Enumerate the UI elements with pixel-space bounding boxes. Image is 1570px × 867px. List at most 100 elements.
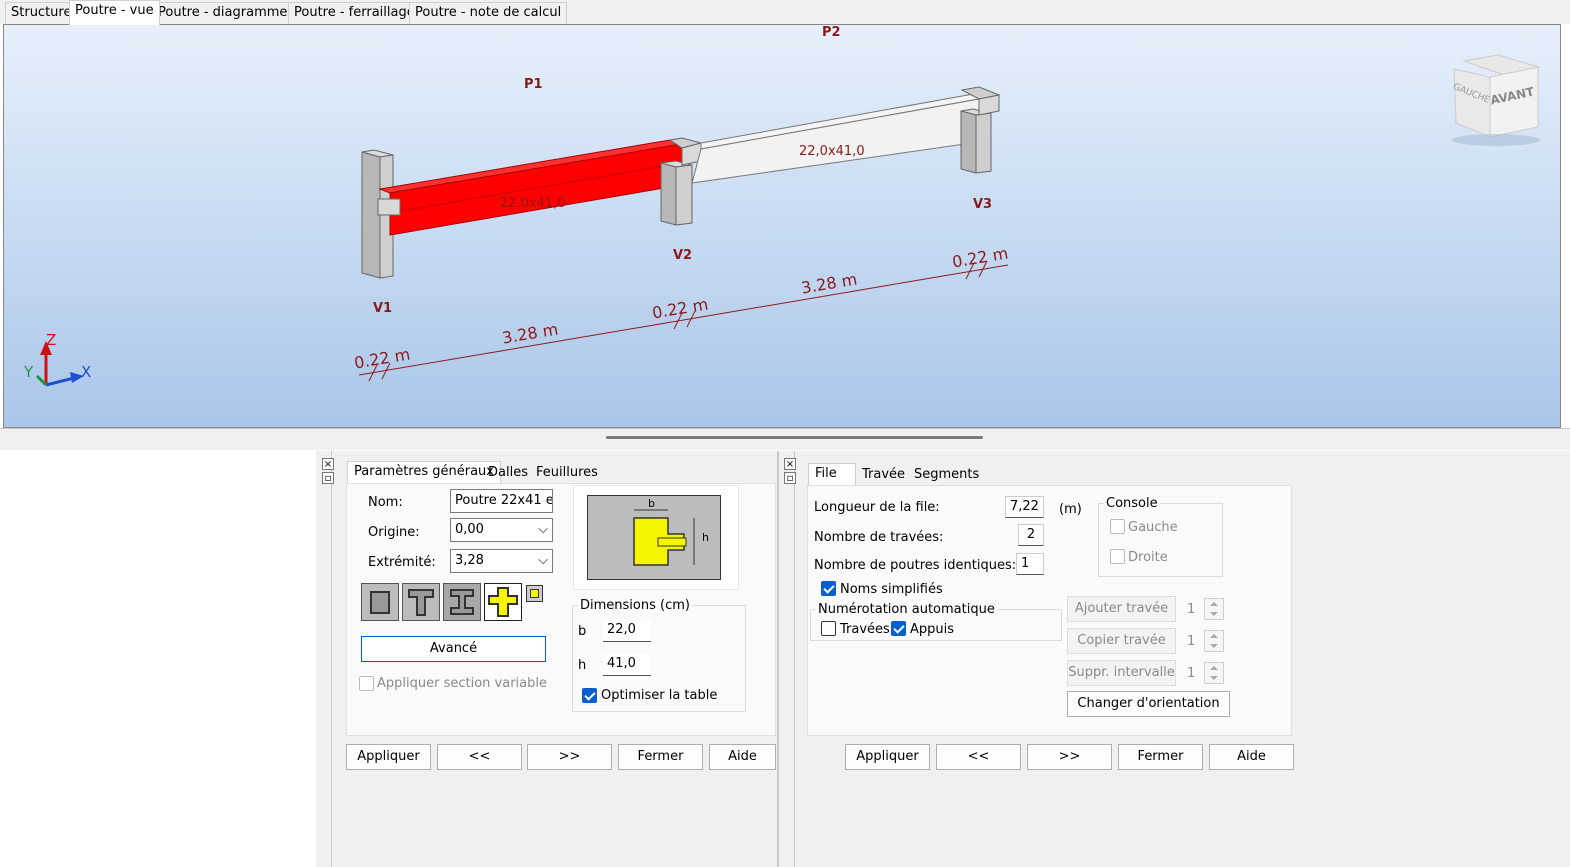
dimensions-title: Dimensions (cm): [578, 598, 692, 613]
section-label-p1: 22,0x41,0: [500, 196, 566, 211]
preview-h-label: h: [702, 531, 709, 544]
i-section-button[interactable]: [443, 583, 481, 621]
chevron-down-icon: ⌵: [538, 553, 548, 568]
nb-poutres-field[interactable]: 1: [1016, 553, 1044, 575]
nom-label: Nom:: [368, 495, 403, 510]
numerotation-title: Numérotation automatique: [816, 602, 997, 617]
appuis-checkbox[interactable]: [891, 621, 906, 636]
splitter-grip[interactable]: [606, 436, 983, 439]
longueur-field[interactable]: 7,22: [1005, 496, 1044, 518]
section-variable-checkbox[interactable]: [359, 676, 374, 691]
copier-travee-button[interactable]: Copier travée: [1067, 628, 1176, 654]
suppr-intervalle-button[interactable]: Suppr. intervalle: [1067, 660, 1176, 686]
b-field[interactable]: 22,0: [603, 620, 651, 642]
color-picker-button[interactable]: [526, 585, 543, 602]
support-label-v2: V2: [673, 248, 693, 263]
h-field[interactable]: 41,0: [603, 654, 651, 676]
gauche-checkbox[interactable]: [1110, 519, 1125, 534]
extremite-value: 3,28: [455, 553, 484, 568]
origine-label: Origine:: [368, 525, 420, 540]
previous-button[interactable]: <<: [936, 744, 1021, 770]
column-v1-side: [361, 151, 381, 279]
extremite-select[interactable]: 3,28 ⌵: [450, 549, 553, 573]
fermer-button[interactable]: Fermer: [1118, 744, 1203, 770]
rectangle-section-button[interactable]: [361, 583, 399, 621]
ajouter-count[interactable]: 1: [1187, 602, 1195, 617]
beam-label-p2: P2: [822, 25, 841, 40]
changer-orientation-button[interactable]: Changer d'orientation: [1067, 691, 1230, 717]
rectangle-icon: [370, 591, 390, 614]
cross-section-button[interactable]: [484, 583, 522, 621]
optimiser-label: Optimiser la table: [601, 688, 718, 703]
noms-simplifies-label: Noms simplifiés: [840, 582, 943, 597]
nb-poutres-label: Nombre de poutres identiques:: [814, 558, 1017, 573]
next-button[interactable]: >>: [1027, 744, 1112, 770]
ajouter-travee-button[interactable]: Ajouter travée: [1067, 596, 1176, 622]
preview-b-label: b: [648, 497, 655, 510]
copier-count[interactable]: 1: [1187, 634, 1195, 649]
column-v2: [660, 162, 677, 226]
droite-label: Droite: [1128, 550, 1168, 565]
console-group: [1098, 503, 1223, 577]
suppr-spinner[interactable]: [1204, 662, 1224, 684]
3d-viewport[interactable]: P2 P1 22,0x41,0 22,0x41,0 V3 V2 V1 0.22 …: [3, 24, 1561, 428]
close-icon[interactable]: ×: [784, 458, 796, 470]
travees-checkbox[interactable]: [821, 621, 836, 636]
section-variable-label: Appliquer section variable: [377, 676, 547, 691]
aide-button[interactable]: Aide: [709, 744, 776, 770]
t-section-button[interactable]: [402, 583, 440, 621]
previous-button[interactable]: <<: [437, 744, 522, 770]
nom-field[interactable]: Poutre 22x41 en: [450, 489, 553, 513]
aide-button[interactable]: Aide: [1209, 744, 1294, 770]
suppr-count[interactable]: 1: [1187, 666, 1195, 681]
ajouter-spinner[interactable]: [1204, 598, 1224, 620]
tab-poutre-ferraillage[interactable]: Poutre - ferraillage: [288, 2, 421, 24]
close-icon[interactable]: ×: [322, 458, 334, 470]
gauche-label: Gauche: [1128, 520, 1178, 535]
origine-select[interactable]: 0,00 ⌵: [450, 518, 553, 542]
noms-simplifies-checkbox[interactable]: [821, 581, 836, 596]
tab-dalles[interactable]: Dalles: [482, 463, 534, 485]
i-shape-icon: [450, 589, 474, 615]
beam-p1-face: [389, 143, 683, 236]
beam-3d-scene: [35, 54, 1541, 387]
tab-poutre-note-de-calcul[interactable]: Poutre - note de calcul: [409, 2, 568, 24]
copier-spinner[interactable]: [1204, 630, 1224, 652]
tab-feuillures[interactable]: Feuillures: [530, 463, 604, 485]
nb-travees-field[interactable]: 2: [1018, 524, 1044, 546]
chevron-down-icon: ⌵: [538, 522, 548, 537]
splitter[interactable]: [0, 428, 1570, 450]
tab-segments[interactable]: Segments: [908, 465, 985, 487]
color-swatch: [530, 589, 539, 598]
extremite-label: Extrémité:: [368, 555, 436, 570]
x-axis: [45, 376, 75, 387]
h-label: h: [578, 658, 587, 673]
origine-value: 0,00: [455, 522, 484, 537]
float-icon[interactable]: ▫: [322, 472, 334, 484]
section-label-p2: 22,0x41,0: [799, 144, 865, 159]
tab-structure[interactable]: Structure: [5, 2, 78, 24]
tab-file[interactable]: File: [808, 463, 856, 485]
optimiser-checkbox[interactable]: [582, 688, 597, 703]
tab-travee[interactable]: Travée: [856, 465, 911, 487]
support-label-v3: V3: [973, 197, 993, 212]
next-button[interactable]: >>: [527, 744, 612, 770]
droite-checkbox[interactable]: [1110, 549, 1125, 564]
tab-poutre-vue[interactable]: Poutre - vue: [69, 0, 160, 25]
beam-label-p1: P1: [524, 77, 543, 92]
float-icon[interactable]: ▫: [784, 472, 796, 484]
avance-button[interactable]: Avancé: [361, 636, 546, 662]
dimension-line: [358, 264, 1009, 376]
x-axis-label: X: [81, 363, 92, 381]
appliquer-button[interactable]: Appliquer: [845, 744, 930, 770]
appliquer-button[interactable]: Appliquer: [346, 744, 431, 770]
z-axis-label: Z: [46, 331, 57, 349]
longueur-label: Longueur de la file:: [814, 500, 940, 515]
y-axis-label: Y: [24, 363, 34, 381]
tab-poutre-diagrammes[interactable]: Poutre - diagrammes: [152, 2, 301, 24]
section-preview: b h: [587, 495, 721, 580]
cross-shape-icon: [488, 587, 518, 617]
column-v3: [960, 110, 977, 174]
tab-parametres-generaux[interactable]: Paramètres généraux: [347, 461, 501, 483]
fermer-button[interactable]: Fermer: [618, 744, 703, 770]
